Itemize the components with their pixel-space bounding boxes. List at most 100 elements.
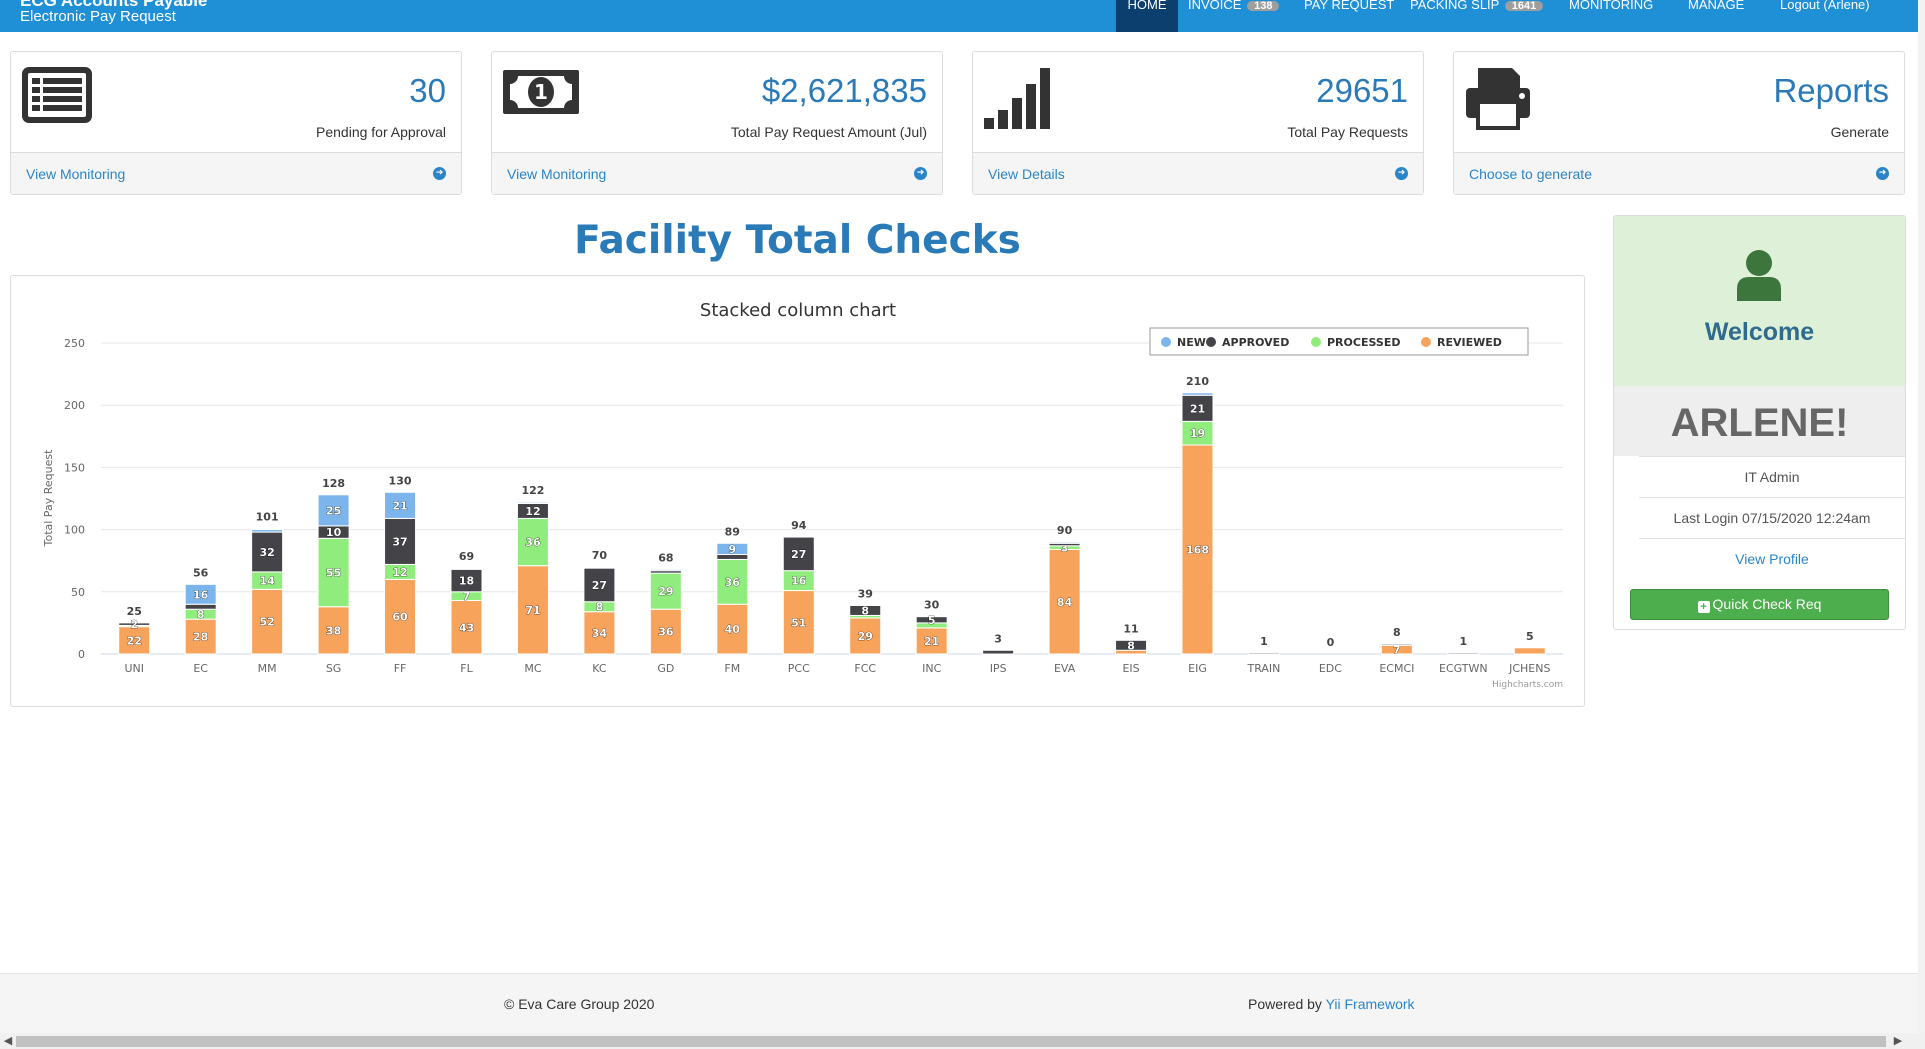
x-tick-label: KC (592, 662, 607, 675)
bar-data-label: 168 (1186, 544, 1209, 557)
bar-data-label: 8 (861, 604, 869, 617)
bar-data-label: 9 (728, 543, 736, 556)
bar-data-label: 21 (1190, 402, 1205, 415)
chart-panel: Stacked column chart 0 50 100 150 200 250 Total… (10, 275, 1585, 707)
stack-total-label: 130 (389, 474, 412, 487)
legend-item: REVIEWED (1437, 336, 1502, 349)
footer-powered: Powered by Yii Framework (1248, 996, 1415, 1012)
bar-data-label: 36 (525, 536, 541, 549)
bar-segment (1048, 541, 1081, 544)
stack-total-label: 94 (791, 519, 807, 532)
x-tick-label: MC (524, 662, 541, 675)
stack-total-label: 39 (858, 587, 873, 600)
stack-total-label: 3 (994, 632, 1002, 645)
horizontal-scrollbar[interactable]: ◀ ▶ (0, 1033, 1925, 1049)
nav-home[interactable]: HOME (1116, 0, 1178, 32)
bar-segment (1447, 652, 1480, 655)
bar-data-label: 40 (725, 623, 741, 636)
stack-total-label: 30 (924, 599, 940, 612)
top-navbar: ECG Accounts Payable Electronic Pay Requ… (0, 0, 1925, 32)
bar-segment (649, 568, 682, 572)
bar-data-label: 29 (658, 585, 673, 598)
y-axis-label: Total Pay Request (42, 449, 55, 547)
bar-segment (1247, 652, 1280, 655)
x-tick-label: FL (460, 662, 473, 675)
total-requests-card: 29651 Total Pay Requests View Details ➜ (972, 51, 1424, 195)
legend-item: PROCESSED (1327, 336, 1400, 349)
view-profile-link[interactable]: View Profile (1639, 538, 1905, 579)
scroll-right-arrow-icon[interactable]: ▶ (1890, 1033, 1906, 1049)
stack-total-label: 5 (1526, 630, 1534, 643)
nav-monitoring[interactable]: MONITORING (1559, 0, 1663, 32)
nav-invoice-label: INVOICE (1188, 0, 1242, 12)
arrow-circle-right-icon: ➜ (433, 167, 446, 180)
nav-monitoring-label: MONITORING (1569, 0, 1654, 12)
total-requests-label: Total Pay Requests (1287, 124, 1408, 140)
welcome-header: Welcome (1614, 216, 1905, 386)
chart-title: Stacked column chart (700, 300, 896, 321)
bar-data-label: 71 (525, 604, 540, 617)
bar-segment (251, 529, 284, 533)
bar-segment (516, 501, 549, 504)
x-tick-label: INC (922, 662, 941, 675)
x-tick-label: EDC (1319, 662, 1342, 675)
x-tick-label: JCHENS (1508, 662, 1550, 675)
quick-check-req-label: Quick Check Req (1712, 596, 1822, 612)
nav-logout-label: Logout (Arlene) (1780, 0, 1870, 12)
bar-data-label: 37 (392, 535, 407, 548)
arrow-circle-right-icon: ➜ (1395, 167, 1408, 180)
bar-data-label: 32 (259, 546, 274, 559)
nav-packing-slip-label: PACKING SLIP (1410, 0, 1500, 12)
y-tick-label: 150 (64, 461, 85, 474)
reports-card: Reports Generate Choose to generate ➜ (1453, 51, 1905, 195)
stack-total-label: 1 (1459, 635, 1467, 648)
quick-check-req-button[interactable]: + Quick Check Req (1630, 589, 1889, 620)
stack-total-label: 0 (1327, 636, 1335, 649)
nav-invoice[interactable]: INVOICE 138 (1178, 0, 1289, 32)
view-monitoring-link[interactable]: View Monitoring ➜ (11, 152, 461, 194)
user-name-band: ARLENE! (1614, 386, 1905, 456)
x-tick-label: FM (724, 662, 740, 675)
y-tick-label: 250 (64, 337, 85, 350)
bar-data-label: 14 (259, 575, 275, 588)
x-tick-label: FCC (854, 662, 876, 675)
total-requests-value: 29651 (1316, 72, 1408, 109)
yii-framework-link[interactable]: Yii Framework (1326, 996, 1415, 1012)
pending-count-value: 30 (409, 72, 446, 109)
x-tick-label: EIG (1188, 662, 1207, 675)
nav-logout[interactable]: Logout (Arlene) (1770, 0, 1880, 32)
view-monitoring-link-2[interactable]: View Monitoring ➜ (492, 152, 942, 194)
plus-square-icon: + (1697, 601, 1710, 613)
nav-manage-label: MANAGE (1688, 0, 1745, 12)
welcome-greeting: Welcome (1704, 318, 1815, 346)
stack-total-label: 1 (1260, 635, 1268, 648)
vertical-scrollbar[interactable] (1918, 0, 1925, 1033)
bar-data-label: 2 (130, 618, 138, 631)
bar-data-label: 8 (1127, 639, 1135, 652)
bar-data-label: 84 (1057, 596, 1073, 609)
nav-packing-slip[interactable]: PACKING SLIP 1641 (1400, 0, 1553, 32)
bar-segment (1181, 392, 1214, 396)
x-tick-label: UNI (124, 662, 144, 675)
footer-copyright: © Eva Care Group 2020 (504, 996, 655, 1012)
bar-data-label: 8 (197, 608, 205, 621)
nav-pay-request[interactable]: PAY REQUEST (1294, 0, 1404, 32)
stack-total-label: 122 (521, 484, 544, 497)
x-tick-label: EVA (1054, 662, 1076, 675)
bar-data-label: 19 (1190, 427, 1205, 440)
legend-marker (1206, 337, 1216, 347)
scrollbar-thumb[interactable] (16, 1036, 1886, 1047)
scroll-left-arrow-icon[interactable]: ◀ (0, 1033, 16, 1049)
bar-data-label: 21 (924, 635, 939, 648)
last-login: Last Login 07/15/2020 12:24am (1639, 497, 1905, 538)
view-details-link[interactable]: View Details ➜ (973, 152, 1423, 194)
bar-data-label: 16 (791, 575, 807, 588)
pending-approval-card: 30 Pending for Approval View Monitoring … (10, 51, 462, 195)
bar-data-label: 60 (392, 611, 408, 624)
reports-title: Reports (1773, 72, 1889, 109)
x-tick-label: ECGTWN (1439, 662, 1488, 675)
arrow-circle-right-icon: ➜ (914, 167, 927, 180)
choose-to-generate-link[interactable]: Choose to generate ➜ (1454, 152, 1904, 194)
footer: © Eva Care Group 2020 Powered by Yii Fra… (0, 973, 1925, 1033)
nav-manage[interactable]: MANAGE (1678, 0, 1754, 32)
